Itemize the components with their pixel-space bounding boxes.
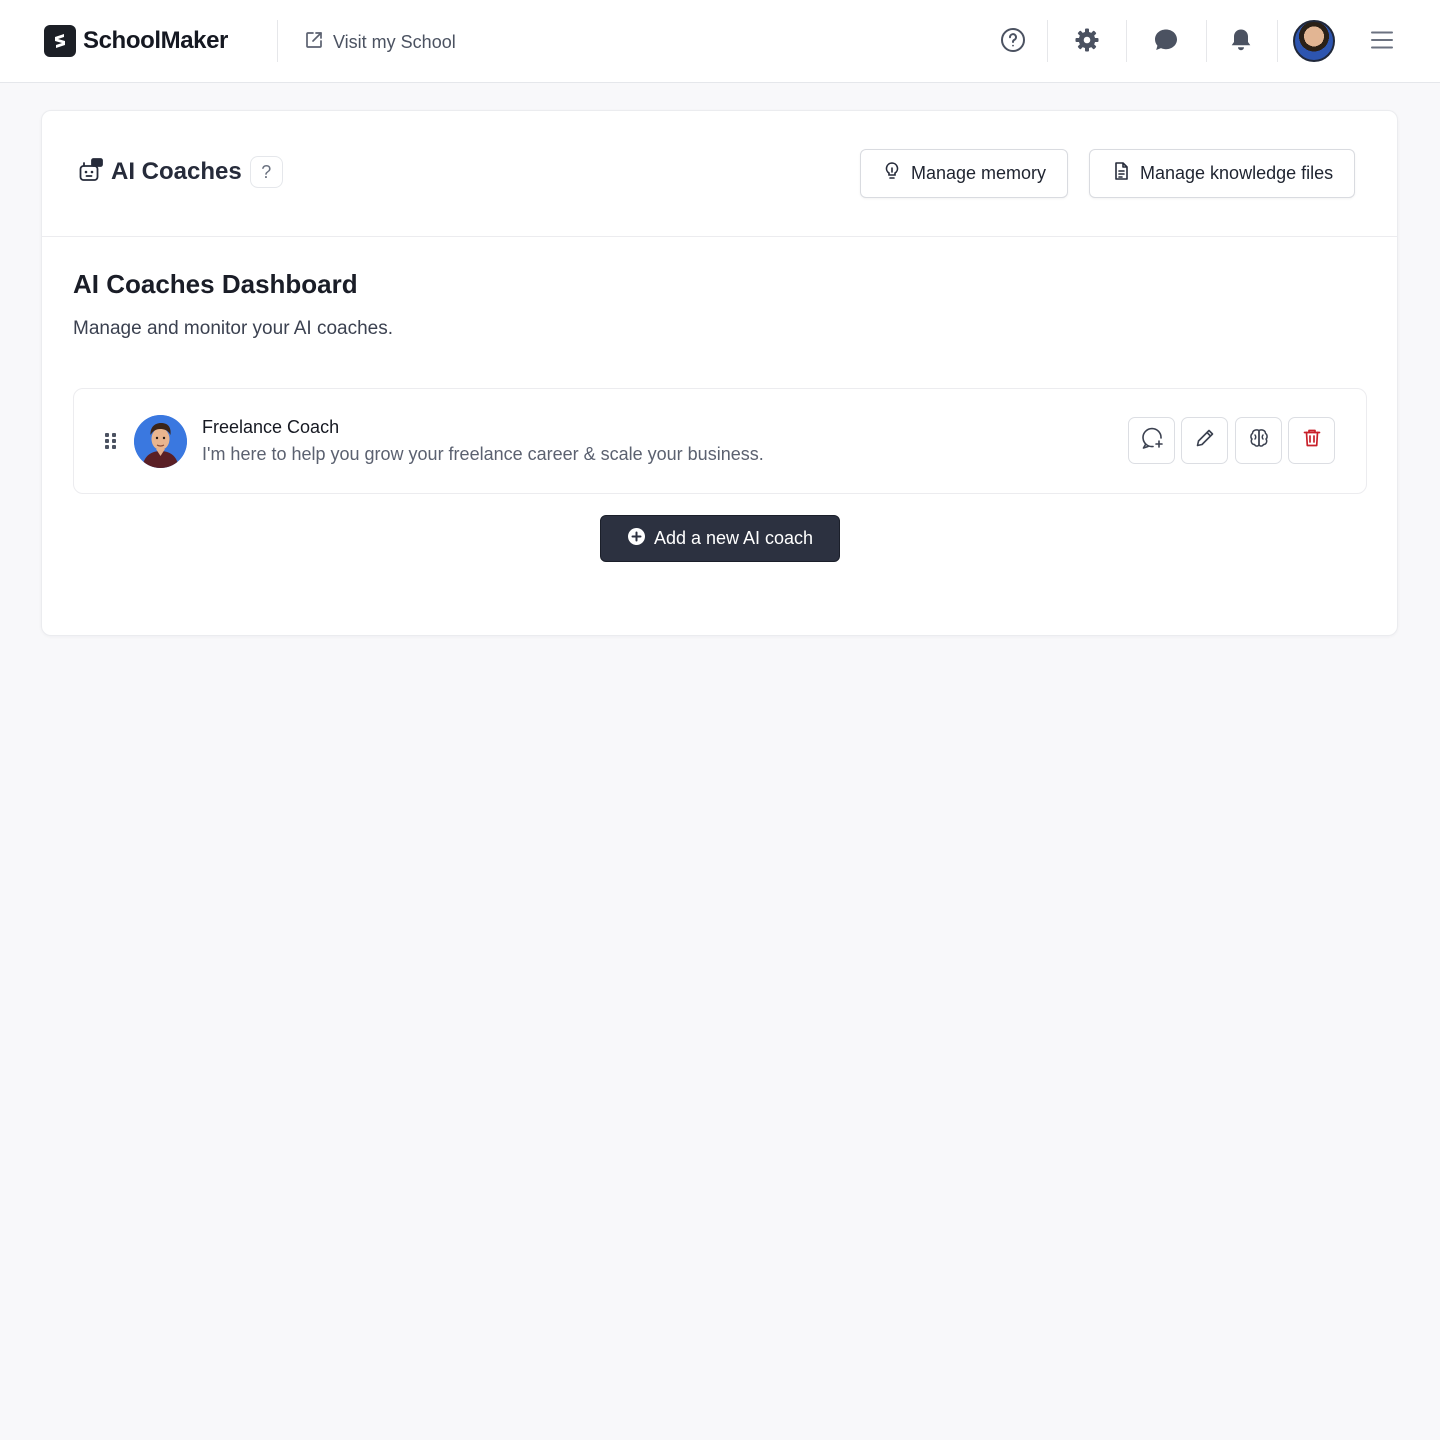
gear-icon <box>1074 27 1100 58</box>
divider <box>1277 20 1278 62</box>
dashboard-title: AI Coaches Dashboard <box>73 269 358 299</box>
card-header: AI Coaches ? Manage memory Manage knowle… <box>42 111 1397 237</box>
external-link-icon <box>304 30 324 55</box>
coach-avatar <box>134 415 187 468</box>
manage-memory-label: Manage memory <box>911 163 1047 183</box>
help-circle-icon <box>1000 27 1026 58</box>
start-chat-button[interactable] <box>1128 417 1175 464</box>
main-menu-button[interactable] <box>1365 25 1399 59</box>
manage-memory-button[interactable]: Manage memory <box>860 149 1069 198</box>
settings-button[interactable] <box>1070 25 1104 59</box>
manage-knowledge-files-label: Manage knowledge files <box>1140 163 1334 183</box>
ai-coaches-card: AI Coaches ? Manage memory Manage knowle… <box>41 110 1398 636</box>
coach-description: I'm here to help you grow your freelance… <box>202 444 764 464</box>
chat-bubble-icon <box>1153 27 1179 58</box>
page-title: AI Coaches ? <box>78 156 283 188</box>
delete-coach-button[interactable] <box>1288 417 1335 464</box>
divider <box>277 20 278 62</box>
help-button[interactable] <box>996 25 1030 59</box>
plus-circle-icon <box>627 527 646 551</box>
coach-memory-button[interactable] <box>1235 417 1282 464</box>
visit-school-label: Visit my School <box>333 32 456 52</box>
coach-list-item: Freelance Coach I'm here to help you gro… <box>73 388 1367 494</box>
chat-plus-icon <box>1140 426 1164 455</box>
robot-chat-icon <box>78 157 104 188</box>
lightbulb-icon <box>882 161 902 186</box>
pencil-icon <box>1194 427 1216 454</box>
bell-icon <box>1228 27 1254 58</box>
messages-button[interactable] <box>1149 25 1183 59</box>
title-help-button[interactable]: ? <box>249 156 283 188</box>
brain-icon <box>1248 427 1270 454</box>
edit-coach-button[interactable] <box>1181 417 1228 464</box>
add-ai-coach-button[interactable]: Add a new AI coach <box>600 515 840 562</box>
divider <box>1126 20 1127 62</box>
hamburger-menu-icon <box>1369 27 1395 58</box>
document-icon <box>1111 161 1131 186</box>
divider <box>1047 20 1048 62</box>
trash-icon <box>1301 427 1323 454</box>
coach-name[interactable]: Freelance Coach <box>202 417 339 438</box>
brand-logo[interactable]: SchoolMaker <box>44 25 228 57</box>
dashboard-subtitle: Manage and monitor your AI coaches. <box>73 318 394 339</box>
page-title-text: AI Coaches <box>111 158 242 185</box>
visit-school-link[interactable]: Visit my School <box>304 30 456 55</box>
user-avatar[interactable] <box>1293 20 1335 62</box>
notifications-button[interactable] <box>1224 25 1258 59</box>
brand-name: SchoolMaker <box>83 27 228 54</box>
schoolmaker-logo-icon <box>44 25 76 57</box>
divider <box>1206 20 1207 62</box>
manage-knowledge-files-button[interactable]: Manage knowledge files <box>1089 149 1356 198</box>
drag-handle-icon[interactable] <box>104 432 118 450</box>
add-ai-coach-label: Add a new AI coach <box>653 528 814 548</box>
top-navigation-bar: SchoolMaker Visit my School <box>0 0 1440 83</box>
